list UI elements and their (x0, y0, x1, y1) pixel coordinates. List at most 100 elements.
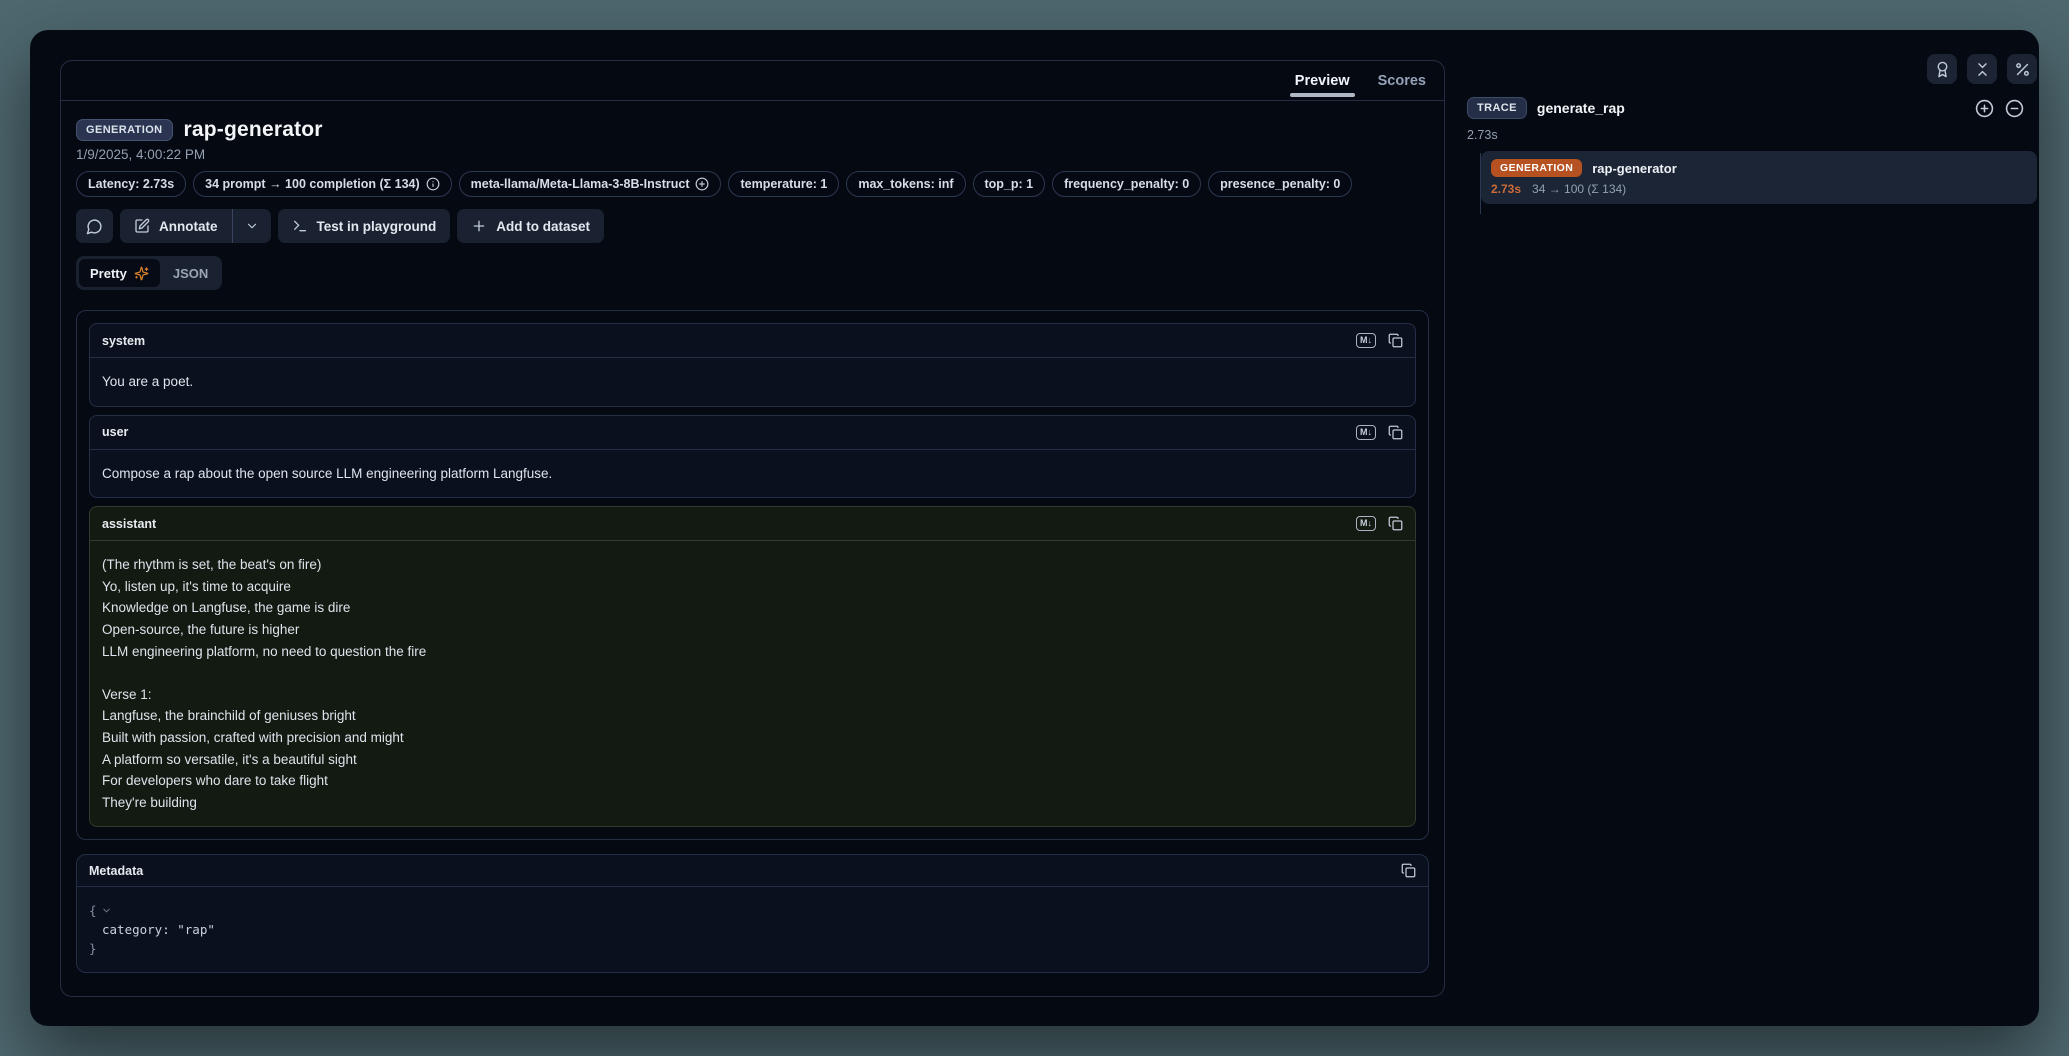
tab-scores-label: Scores (1378, 73, 1426, 89)
info-icon (426, 177, 440, 191)
trace-root-row[interactable]: TRACE generate_rap (1467, 97, 2037, 119)
observation-badge-row: Latency: 2.73s 34 prompt → 100 completio… (76, 171, 1429, 197)
terminal-icon (292, 218, 308, 234)
annotate-scores-button[interactable] (1927, 54, 1957, 84)
circle-plus-icon (695, 177, 709, 191)
token-usage-badge[interactable]: 34 prompt → 100 completion (Σ 134) (193, 171, 452, 197)
test-in-playground-button[interactable]: Test in playground (278, 209, 451, 243)
observation-header: GENERATION rap-generator (76, 118, 1429, 142)
sidebar-action-buttons (1467, 54, 2037, 84)
message-header: assistant M↓ (90, 507, 1415, 541)
square-pen-icon (134, 218, 150, 234)
show-metrics-button[interactable] (2007, 54, 2037, 84)
json-open-line: { (89, 901, 1416, 920)
annotate-button[interactable]: Annotate (120, 209, 232, 243)
observation-title: rap-generator (184, 118, 323, 142)
presence-penalty-badge: presence_penalty: 0 (1208, 171, 1352, 197)
copy-icon[interactable] (1388, 333, 1403, 348)
metadata-header: Metadata (77, 855, 1428, 887)
tree-node-rap-generator[interactable]: GENERATION rap-generator 2.73s 34 → 100 … (1481, 151, 2037, 204)
copy-icon[interactable] (1388, 425, 1403, 440)
message-system: system M↓ You are a poet. (89, 323, 1416, 407)
pretty-toggle-button[interactable]: Pretty (79, 259, 160, 287)
model-badge[interactable]: meta-llama/Meta-Llama-3-8B-Instruct (459, 171, 722, 197)
frequency-penalty-badge: frequency_penalty: 0 (1052, 171, 1201, 197)
json-entry: category: "rap" (89, 920, 1416, 939)
trace-type-badge: TRACE (1467, 97, 1527, 119)
action-toolbar: Annotate Test in playground Add to datas… (76, 209, 1429, 243)
tab-preview-label: Preview (1295, 73, 1350, 89)
annotate-label: Annotate (159, 219, 218, 234)
trace-duration: 2.73s (1467, 128, 2037, 142)
tree-node-name: rap-generator (1592, 161, 1677, 176)
markdown-toggle-icon[interactable]: M↓ (1356, 333, 1376, 348)
chevrons-down-up-icon (1974, 61, 1991, 78)
add-to-dataset-button[interactable]: Add to dataset (457, 209, 604, 243)
metadata-json-viewer: { category: "rap" } (77, 887, 1428, 972)
percent-icon (2014, 61, 2031, 78)
message-role-label: user (102, 425, 128, 439)
max-tokens-badge: max_tokens: inf (846, 171, 965, 197)
latency-badge: Latency: 2.73s (76, 171, 186, 197)
tree-node-header: GENERATION rap-generator (1491, 159, 2027, 177)
pretty-label: Pretty (90, 266, 127, 281)
tree-indent-line (1480, 153, 1481, 214)
metadata-title: Metadata (89, 864, 143, 878)
observation-panel-body: GENERATION rap-generator 1/9/2025, 4:00:… (61, 101, 1444, 996)
sparkles-icon (134, 266, 149, 281)
message-header: user M↓ (90, 416, 1415, 450)
message-actions: M↓ (1356, 333, 1403, 348)
io-messages-card: system M↓ You are a poet. user M↓ (76, 310, 1429, 840)
annotate-split-button: Annotate (120, 209, 271, 243)
json-label: JSON (173, 266, 208, 281)
circle-plus-icon[interactable] (1975, 99, 1994, 118)
json-close-line: } (89, 939, 1416, 958)
markdown-toggle-icon[interactable]: M↓ (1356, 516, 1376, 531)
tab-preview[interactable]: Preview (1281, 61, 1364, 100)
active-tab-indicator (1290, 93, 1355, 97)
node-duration: 2.73s (1491, 182, 1521, 196)
message-actions: M↓ (1356, 516, 1403, 531)
copy-icon[interactable] (1388, 516, 1403, 531)
tab-scores[interactable]: Scores (1364, 61, 1440, 100)
add-to-dataset-label: Add to dataset (496, 219, 590, 234)
observation-tree: GENERATION rap-generator 2.73s 34 → 100 … (1467, 151, 2037, 214)
award-ribbon-icon (1934, 61, 1951, 78)
message-header: system M↓ (90, 324, 1415, 358)
playground-label: Test in playground (317, 219, 437, 234)
chevron-down-icon (245, 219, 259, 233)
collapse-all-button[interactable] (1967, 54, 1997, 84)
message-assistant: assistant M↓ (The rhythm is set, the bea… (89, 506, 1416, 827)
message-content: You are a poet. (90, 358, 1415, 406)
json-toggle-button[interactable]: JSON (162, 259, 219, 287)
markdown-toggle-icon[interactable]: M↓ (1356, 425, 1376, 440)
copy-icon[interactable] (1401, 863, 1416, 878)
plus-icon (471, 218, 487, 234)
generation-type-badge: GENERATION (1491, 159, 1582, 177)
pretty-json-toggle: Pretty JSON (76, 256, 222, 290)
trace-detail-window: Preview Scores GENERATION rap-generator … (30, 30, 2039, 1026)
observation-preview-panel: Preview Scores GENERATION rap-generator … (60, 60, 1445, 997)
node-token-usage: 34 → 100 (Σ 134) (1532, 182, 1626, 196)
top-p-badge: top_p: 1 (973, 171, 1046, 197)
tree-node-metrics: 2.73s 34 → 100 (Σ 134) (1491, 182, 2027, 196)
chevron-down-icon[interactable] (101, 905, 112, 916)
message-content: (The rhythm is set, the beat's on fire) … (90, 541, 1415, 826)
tree-expand-controls (1975, 99, 2024, 118)
temperature-badge: temperature: 1 (728, 171, 839, 197)
comment-button[interactable] (76, 209, 113, 243)
circle-minus-icon[interactable] (2005, 99, 2024, 118)
message-user: user M↓ Compose a rap about the open sou… (89, 415, 1416, 499)
metadata-card: Metadata { category: "rap" } (76, 854, 1429, 973)
generation-type-badge: GENERATION (76, 119, 173, 141)
chat-bubble-icon (86, 218, 103, 235)
trace-name: generate_rap (1537, 100, 1625, 116)
message-content: Compose a rap about the open source LLM … (90, 450, 1415, 498)
trace-tree-sidebar: TRACE generate_rap 2.73s GENERATION rap-… (1467, 54, 2039, 214)
annotate-dropdown-button[interactable] (233, 209, 271, 243)
message-role-label: assistant (102, 517, 156, 531)
message-actions: M↓ (1356, 425, 1403, 440)
message-role-label: system (102, 334, 145, 348)
preview-scores-tablist: Preview Scores (61, 61, 1444, 101)
observation-timestamp: 1/9/2025, 4:00:22 PM (76, 147, 1429, 162)
